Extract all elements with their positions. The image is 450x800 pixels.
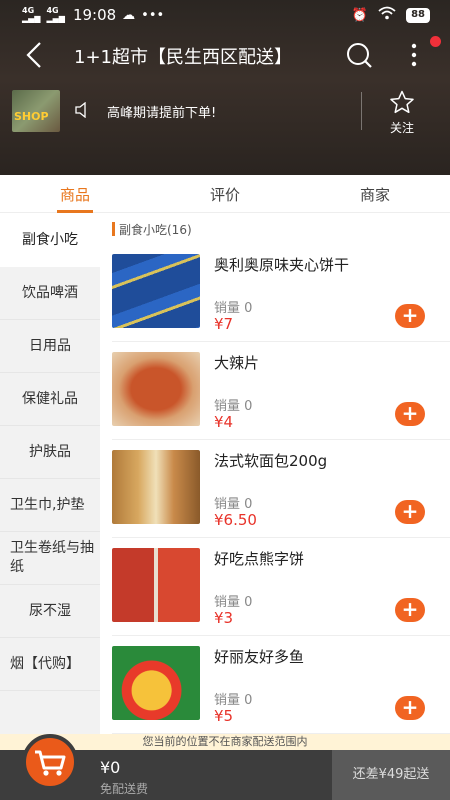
divider — [361, 92, 362, 130]
category-sidebar: 副食小吃 饮品啤酒 日用品 保健礼品 护肤品 卫生巾,护垫 卫生卷纸与抽纸 尿不… — [0, 214, 100, 734]
category-header: 副食小吃(16) — [100, 214, 450, 244]
speaker-icon — [74, 101, 92, 122]
add-to-cart-button[interactable]: + — [395, 696, 425, 720]
product-image — [112, 646, 200, 720]
product-sales: 销量 0 — [214, 693, 253, 708]
product-image — [112, 254, 200, 328]
category-marker — [112, 222, 115, 236]
tab-products[interactable]: 商品 — [35, 184, 115, 205]
add-to-cart-button[interactable]: + — [395, 402, 425, 426]
navbar: 1+1超市【民生西区配送】 — [0, 30, 450, 80]
product-sales: 销量 0 — [214, 595, 253, 610]
product-price: ¥3 — [214, 609, 234, 627]
shop-info: SHOP 高峰期请提前下单! 关注 — [0, 90, 450, 135]
tab-reviews[interactable]: 评价 — [185, 184, 265, 205]
sidebar-item-drinks[interactable]: 饮品啤酒 — [0, 267, 100, 320]
search-button[interactable] — [344, 40, 374, 70]
page-title: 1+1超市【民生西区配送】 — [74, 47, 292, 68]
sidebar-item-cigarettes[interactable]: 烟【代购】 — [0, 638, 100, 691]
product-item[interactable]: 法式软面包200g 销量 0 ¥6.50 + — [112, 440, 450, 538]
add-to-cart-button[interactable]: + — [395, 598, 425, 622]
checkout-button[interactable]: 还差¥49起送 — [332, 750, 450, 800]
more-dots-icon: ••• — [141, 7, 165, 23]
product-image — [112, 352, 200, 426]
sidebar-item-skincare[interactable]: 护肤品 — [0, 426, 100, 479]
tab-merchant[interactable]: 商家 — [335, 184, 415, 205]
product-list: 副食小吃(16) 奥利奥原味夹心饼干 销量 0 ¥7 + 大辣片 销量 0 ¥4… — [100, 214, 450, 734]
more-menu-button[interactable] — [402, 40, 426, 70]
product-name: 大辣片 — [214, 354, 260, 372]
battery-indicator: 88 — [406, 7, 430, 23]
store-header: 4G ▂▄▆ 4G ▂▄▆ 19:08 ☁ ••• ⏰ 88 1+1超市【民生西区配… — [0, 0, 450, 175]
product-name: 好吃点熊字饼 — [214, 550, 305, 568]
product-item[interactable]: 奥利奥原味夹心饼干 销量 0 ¥7 + — [112, 244, 450, 342]
product-price: ¥4 — [214, 413, 234, 431]
back-button[interactable] — [20, 40, 50, 70]
shop-notice: 高峰期请提前下单! — [107, 106, 217, 121]
product-price: ¥7 — [214, 315, 234, 333]
back-arrow-icon — [26, 42, 41, 68]
product-price: ¥5 — [214, 707, 234, 725]
wifi-icon — [378, 6, 396, 24]
sidebar-item-diapers[interactable]: 尿不湿 — [0, 585, 100, 638]
product-name: 好丽友好多鱼 — [214, 648, 305, 666]
sidebar-item-tissue[interactable]: 卫生卷纸与抽纸 — [0, 532, 100, 585]
category-title: 副食小吃(16) — [119, 222, 192, 237]
cloud-icon: ☁ — [122, 7, 136, 23]
free-shipping-label: 免配送费 — [100, 782, 149, 796]
status-time: 19:08 — [72, 6, 117, 24]
shop-logo: SHOP — [12, 90, 60, 132]
cart-bar: ¥0 免配送费 还差¥49起送 — [0, 734, 450, 800]
status-bar: 4G ▂▄▆ 4G ▂▄▆ 19:08 ☁ ••• ⏰ 88 — [0, 0, 450, 28]
product-name: 法式软面包200g — [214, 452, 328, 470]
follow-button[interactable]: 关注 — [382, 90, 422, 135]
cart-icon — [35, 750, 66, 776]
sidebar-item-daily[interactable]: 日用品 — [0, 320, 100, 373]
product-sales: 销量 0 — [214, 497, 253, 512]
sidebar-item-gifts[interactable]: 保健礼品 — [0, 373, 100, 426]
product-name: 奥利奥原味夹心饼干 — [214, 256, 350, 274]
notification-dot — [430, 36, 441, 47]
star-icon — [390, 90, 414, 114]
product-sales: 销量 0 — [214, 301, 253, 316]
add-to-cart-button[interactable]: + — [395, 304, 425, 328]
product-image — [112, 450, 200, 524]
product-sales: 销量 0 — [214, 399, 253, 414]
product-image — [112, 548, 200, 622]
sidebar-item-snacks[interactable]: 副食小吃 — [0, 214, 100, 267]
cart-button[interactable] — [22, 734, 78, 790]
product-price: ¥6.50 — [214, 511, 257, 529]
tab-bar: 商品 评价 商家 — [0, 175, 450, 213]
follow-label: 关注 — [389, 121, 414, 135]
sidebar-item-pads[interactable]: 卫生巾,护垫 — [0, 479, 100, 532]
search-icon — [347, 43, 372, 68]
add-to-cart-button[interactable]: + — [395, 500, 425, 524]
product-item[interactable]: 大辣片 销量 0 ¥4 + — [112, 342, 450, 440]
alarm-icon: ⏰ — [351, 7, 369, 23]
product-item[interactable]: 好丽友好多鱼 销量 0 ¥5 + — [112, 636, 450, 734]
signal-icon-2: 4G ▂▄▆ — [46, 6, 65, 23]
product-item[interactable]: 好吃点熊字饼 销量 0 ¥3 + — [112, 538, 450, 636]
signal-icon: 4G ▂▄▆ — [22, 6, 41, 23]
active-tab-indicator — [57, 210, 93, 213]
cart-total: ¥0 — [100, 758, 121, 777]
vertical-dots-icon — [411, 43, 417, 67]
